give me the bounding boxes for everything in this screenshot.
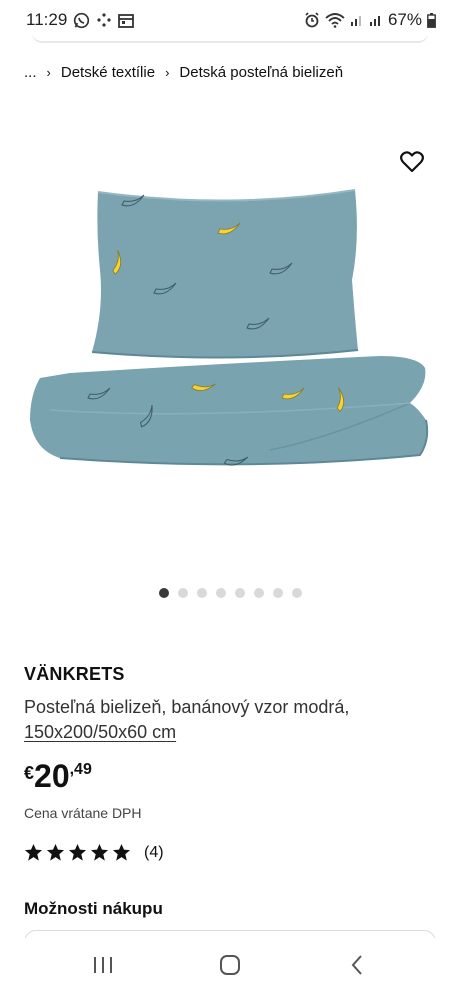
breadcrumb: ... › Detské textílie › Detská posteľná … [24,64,343,81]
whatsapp-icon [73,12,90,29]
gallery-pagination [0,588,460,598]
price-integer: 20 [34,758,70,794]
back-icon [350,954,364,981]
gallery-dot-3[interactable] [196,588,207,598]
price-decimal: ,49 [69,761,92,778]
system-nav-bar [0,938,460,997]
signal-icon [350,13,364,27]
gallery-dot-6[interactable] [253,588,264,598]
product-size-link[interactable]: 150x200/50x60 cm [24,722,176,743]
home-icon [219,954,241,981]
breadcrumb-item-textiles[interactable]: Detské textílie [61,64,155,81]
breadcrumb-ellipsis[interactable]: ... [24,64,37,81]
product-rating[interactable]: (4) [24,843,164,862]
product-description: Posteľná bielizeň, banánový vzor modrá, [24,697,350,717]
recents-button[interactable] [73,943,133,993]
signal-icon-2 [369,13,383,27]
recents-icon [92,955,114,980]
gallery-dot-5[interactable] [234,588,245,598]
chevron-right-icon: › [46,65,51,80]
product-price: € 20 ,49 [24,758,92,794]
product-name: VÄNKRETS [24,664,125,684]
status-time: 11:29 [26,10,68,29]
gallery-dot-4[interactable] [215,588,226,598]
price-currency: € [24,763,35,783]
product-image[interactable] [0,120,460,570]
gallery-dot-7[interactable] [272,588,283,598]
alarm-icon [304,12,320,28]
purchase-options-title: Možnosti nákupu [24,899,163,918]
chevron-right-icon: › [165,65,170,80]
calendar-icon [118,13,135,28]
gallery-dot-8[interactable] [291,588,302,598]
rating-count: (4) [144,843,164,861]
search-bar-edge [32,33,428,43]
star-icon [24,843,43,861]
back-button[interactable] [327,943,387,993]
gallery-dot-2[interactable] [177,588,188,598]
status-right: 67% [304,10,436,30]
dots-icon [96,12,112,28]
star-icon [46,843,65,861]
gallery-dot-1[interactable] [158,588,169,598]
battery-percent: 67% [387,10,422,29]
heart-icon [400,150,424,178]
status-left: 11:29 [26,10,135,30]
star-icon [90,843,109,861]
favorite-button[interactable] [396,148,428,180]
home-button[interactable] [200,943,260,993]
wifi-icon [325,12,345,28]
star-icon [68,843,87,861]
vat-note: Cena vrátane DPH [24,805,142,821]
star-icon [112,843,131,861]
battery-icon [427,12,436,28]
breadcrumb-item-bedding[interactable]: Detská posteľná bielizeň [179,64,343,81]
